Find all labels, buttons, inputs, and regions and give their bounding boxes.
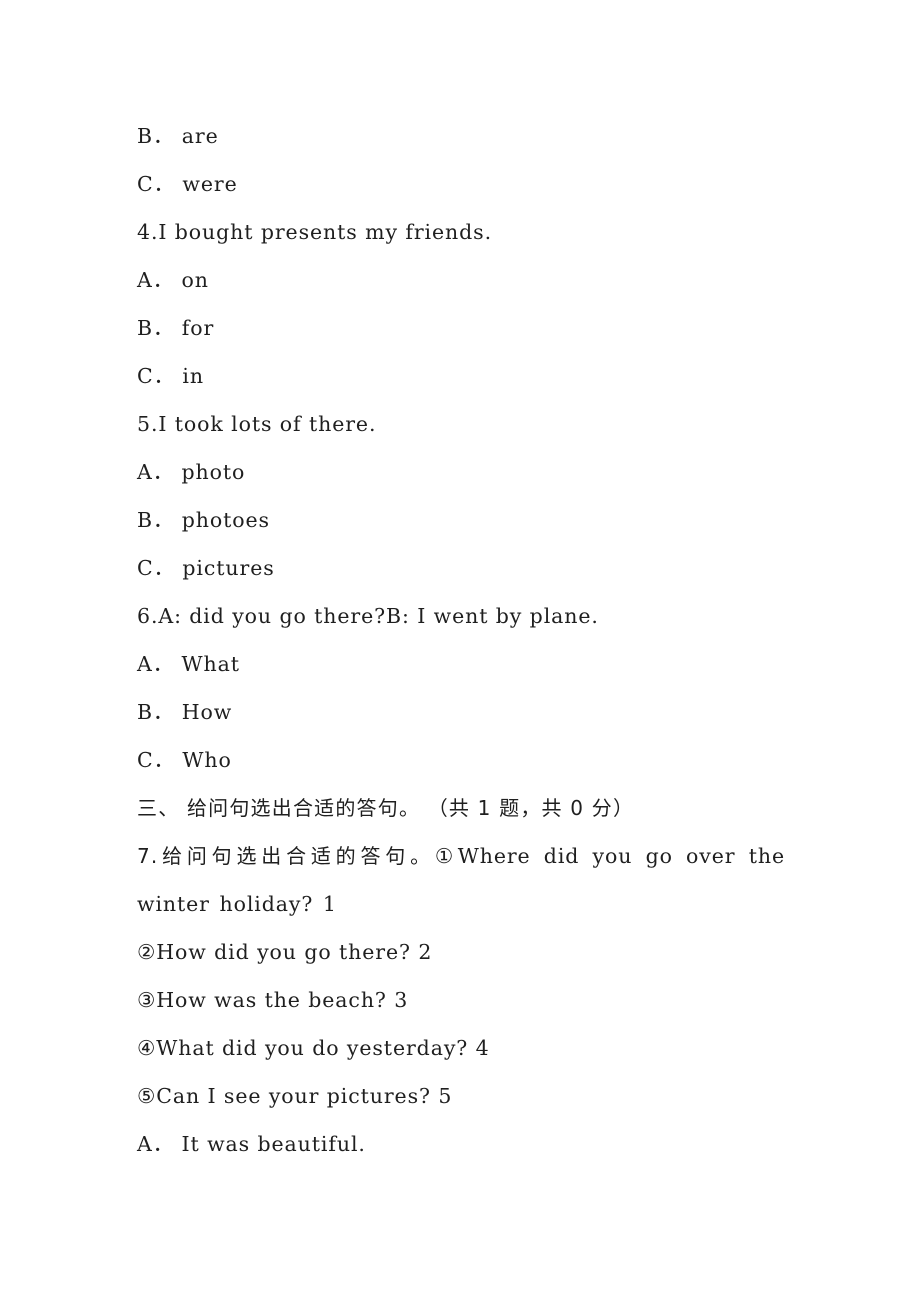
answer-option: C． in xyxy=(137,364,204,388)
answer-option: A． It was beautiful. xyxy=(137,1132,366,1156)
question-stem: 5.I took lots of there. xyxy=(137,412,377,436)
answer-option: B． How xyxy=(137,700,233,724)
question7-stem: 7.给问句选出合适的答句。①Where did you go over the … xyxy=(137,832,785,928)
answer-option: C． pictures xyxy=(137,556,275,580)
document-body: B． are C． were 4.I bought presents my fr… xyxy=(137,112,785,1168)
question-stem: 4.I bought presents my friends. xyxy=(137,220,492,244)
question7-item: ④What did you do yesterday? 4 xyxy=(137,1036,490,1060)
answer-option: B． for xyxy=(137,316,215,340)
question-stem: 6.A: did you go there?B: I went by plane… xyxy=(137,604,599,628)
answer-option: A． on xyxy=(137,268,209,292)
answer-option: B． are xyxy=(137,124,219,148)
answer-option: C． Who xyxy=(137,748,232,772)
answer-option: B． photoes xyxy=(137,508,270,532)
worksheet-page: B． are C． were 4.I bought presents my fr… xyxy=(0,0,920,1302)
answer-option: A． What xyxy=(137,652,240,676)
question7-item: ③How was the beach? 3 xyxy=(137,988,409,1012)
question7-stem-cjk: 7.给问句选出合适的答句。 xyxy=(137,844,435,868)
question7-item: ⑤Can I see your pictures? 5 xyxy=(137,1084,453,1108)
answer-option: A． photo xyxy=(137,460,246,484)
question7-item: ②How did you go there? 2 xyxy=(137,940,433,964)
answer-option: C． were xyxy=(137,172,238,196)
section-heading: 三、 给问句选出合适的答句。 （共 1 题，共 0 分） xyxy=(137,796,635,820)
